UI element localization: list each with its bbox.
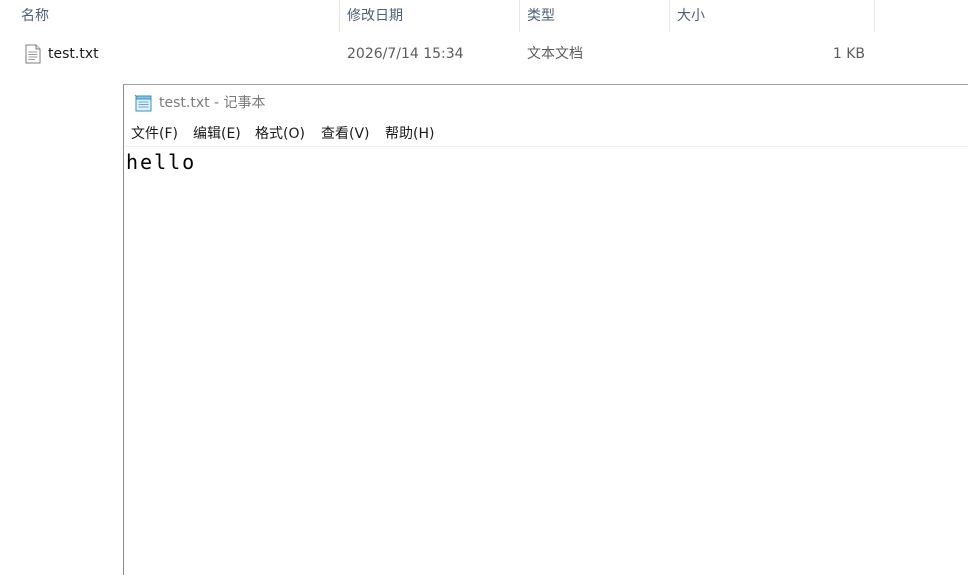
- column-header-type[interactable]: 类型: [520, 0, 669, 32]
- file-modified-date: 2026/7/14 15:34: [347, 46, 464, 62]
- window-title: test.txt - 记事本: [159, 95, 266, 111]
- file-type: 文本文档: [527, 46, 583, 62]
- menu-help[interactable]: 帮助(H): [385, 122, 434, 146]
- file-size: 1 KB: [832, 46, 865, 62]
- column-header-type-label: 类型: [527, 8, 555, 24]
- column-header-size-label: 大小: [677, 8, 705, 24]
- column-header-modified-label: 修改日期: [347, 8, 403, 24]
- text-editor-area[interactable]: hello: [124, 147, 968, 575]
- menu-bar: 文件(F) 编辑(E) 格式(O) 查看(V) 帮助(H): [124, 122, 968, 147]
- column-header-size[interactable]: 大小: [670, 0, 874, 32]
- file-name: test.txt: [48, 46, 99, 62]
- title-bar[interactable]: test.txt - 记事本: [124, 85, 968, 121]
- menu-format[interactable]: 格式(O): [255, 122, 305, 146]
- text-document-icon: [25, 44, 41, 64]
- menu-file[interactable]: 文件(F): [131, 122, 178, 146]
- sort-ascending-icon: ^: [171, 0, 181, 8]
- file-row[interactable]: test.txt 2026/7/14 15:34 文本文档 1 KB: [0, 38, 880, 70]
- menu-view[interactable]: 查看(V): [321, 122, 370, 146]
- notepad-icon: [134, 94, 152, 112]
- column-header-modified[interactable]: 修改日期: [340, 0, 519, 32]
- column-divider[interactable]: [874, 0, 875, 32]
- column-header-name-label: 名称: [21, 8, 49, 24]
- notepad-window[interactable]: test.txt - 记事本 文件(F) 编辑(E) 格式(O) 查看(V) 帮…: [123, 84, 968, 575]
- menu-edit[interactable]: 编辑(E): [193, 122, 241, 146]
